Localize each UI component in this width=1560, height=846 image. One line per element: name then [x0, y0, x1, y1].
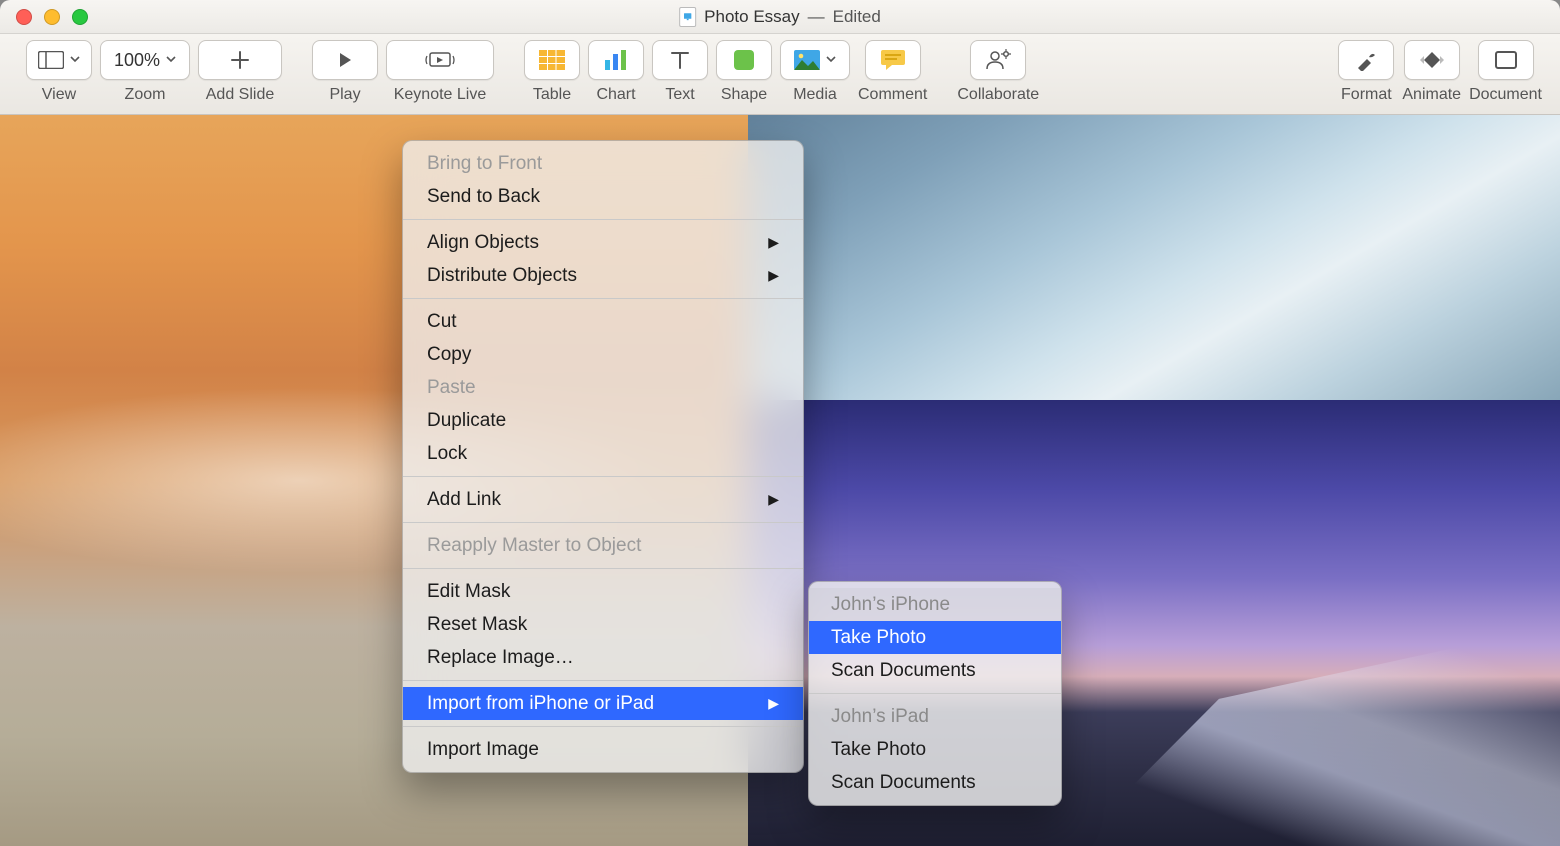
minimize-window-button[interactable]	[44, 9, 60, 25]
menu-import-image[interactable]: Import Image	[403, 733, 803, 766]
menu-send-to-back[interactable]: Send to Back	[403, 180, 803, 213]
menu-distribute-objects[interactable]: Distribute Objects▶	[403, 259, 803, 292]
keynote-live-button[interactable]	[386, 40, 494, 80]
title-dash: —	[808, 7, 825, 27]
submenu-arrow-icon: ▶	[768, 259, 779, 292]
text-button[interactable]	[652, 40, 708, 80]
shape-icon	[733, 49, 755, 71]
view-label: View	[42, 86, 76, 104]
table-label: Table	[533, 86, 571, 104]
menu-reset-mask[interactable]: Reset Mask	[403, 608, 803, 641]
format-button[interactable]	[1338, 40, 1394, 80]
document-status: Edited	[833, 7, 881, 27]
media-icon	[794, 50, 820, 70]
menu-bring-to-front: Bring to Front	[403, 147, 803, 180]
table-button[interactable]	[524, 40, 580, 80]
window-controls	[16, 9, 88, 25]
comment-button[interactable]	[865, 40, 921, 80]
menu-separator	[403, 298, 803, 299]
zoom-window-button[interactable]	[72, 9, 88, 25]
chart-button[interactable]	[588, 40, 644, 80]
document-label: Document	[1469, 86, 1542, 104]
animate-label: Animate	[1402, 86, 1461, 104]
context-menu: Bring to Front Send to Back Align Object…	[402, 140, 804, 773]
collaborate-label: Collaborate	[957, 86, 1039, 104]
menu-cut[interactable]: Cut	[403, 305, 803, 338]
menu-paste: Paste	[403, 371, 803, 404]
document-button[interactable]	[1478, 40, 1534, 80]
menu-separator	[403, 219, 803, 220]
window-title: Photo Essay — Edited	[679, 7, 881, 27]
chevron-down-icon	[166, 51, 176, 69]
zoom-button[interactable]: 100%	[100, 40, 190, 80]
zoom-label: Zoom	[125, 86, 166, 104]
menu-reapply-master: Reapply Master to Object	[403, 529, 803, 562]
animate-button[interactable]	[1404, 40, 1460, 80]
menu-separator	[809, 693, 1061, 694]
chevron-down-icon	[70, 51, 80, 69]
submenu-scan-documents-iphone[interactable]: Scan Documents	[809, 654, 1061, 687]
submenu-device-ipad: John’s iPad	[809, 700, 1061, 733]
close-window-button[interactable]	[16, 9, 32, 25]
chart-label: Chart	[596, 86, 635, 104]
menu-separator	[403, 522, 803, 523]
menu-align-objects[interactable]: Align Objects▶	[403, 226, 803, 259]
shape-button[interactable]	[716, 40, 772, 80]
menu-separator	[403, 476, 803, 477]
keynote-document-icon	[679, 7, 696, 27]
collaborate-button[interactable]	[970, 40, 1026, 80]
submenu-arrow-icon: ▶	[768, 226, 779, 259]
plus-icon	[230, 50, 250, 70]
text-label: Text	[665, 86, 694, 104]
keynote-live-icon	[425, 50, 455, 70]
submenu-arrow-icon: ▶	[768, 483, 779, 516]
play-label: Play	[329, 86, 360, 104]
submenu-arrow-icon: ▶	[768, 687, 779, 720]
menu-lock[interactable]: Lock	[403, 437, 803, 470]
menu-separator	[403, 568, 803, 569]
add-slide-button[interactable]	[198, 40, 282, 80]
comment-label: Comment	[858, 86, 927, 104]
submenu-take-photo-iphone[interactable]: Take Photo	[809, 621, 1061, 654]
keynote-live-label: Keynote Live	[394, 86, 487, 104]
zoom-value: 100%	[114, 50, 160, 71]
menu-replace-image[interactable]: Replace Image…	[403, 641, 803, 674]
submenu-scan-documents-ipad[interactable]: Scan Documents	[809, 766, 1061, 799]
menu-add-link[interactable]: Add Link▶	[403, 483, 803, 516]
animate-icon	[1420, 49, 1444, 71]
comment-icon	[881, 50, 905, 70]
toolbar: View 100% Zoom Add Slide Play	[0, 34, 1560, 115]
table-icon	[539, 50, 565, 70]
media-label: Media	[793, 86, 837, 104]
menu-duplicate[interactable]: Duplicate	[403, 404, 803, 437]
media-button[interactable]	[780, 40, 850, 80]
document-name: Photo Essay	[704, 7, 799, 27]
view-icon	[38, 51, 64, 69]
menu-copy[interactable]: Copy	[403, 338, 803, 371]
menu-separator	[403, 726, 803, 727]
menu-edit-mask[interactable]: Edit Mask	[403, 575, 803, 608]
submenu-device-iphone: John’s iPhone	[809, 588, 1061, 621]
titlebar: Photo Essay — Edited	[0, 0, 1560, 34]
import-submenu: John’s iPhone Take Photo Scan Documents …	[808, 581, 1062, 806]
chevron-down-icon	[826, 51, 836, 69]
menu-import-from-device[interactable]: Import from iPhone or iPad▶	[403, 687, 803, 720]
format-icon	[1355, 49, 1377, 71]
collaborate-icon	[985, 49, 1011, 71]
view-button[interactable]	[26, 40, 92, 80]
menu-separator	[403, 680, 803, 681]
chart-icon	[604, 50, 628, 70]
play-icon	[336, 51, 354, 69]
text-icon	[670, 50, 690, 70]
slide-image-ice[interactable]	[748, 115, 1560, 400]
play-button[interactable]	[312, 40, 378, 80]
format-label: Format	[1341, 86, 1392, 104]
add-slide-label: Add Slide	[206, 86, 275, 104]
submenu-take-photo-ipad[interactable]: Take Photo	[809, 733, 1061, 766]
document-icon	[1495, 51, 1517, 69]
shape-label: Shape	[721, 86, 767, 104]
